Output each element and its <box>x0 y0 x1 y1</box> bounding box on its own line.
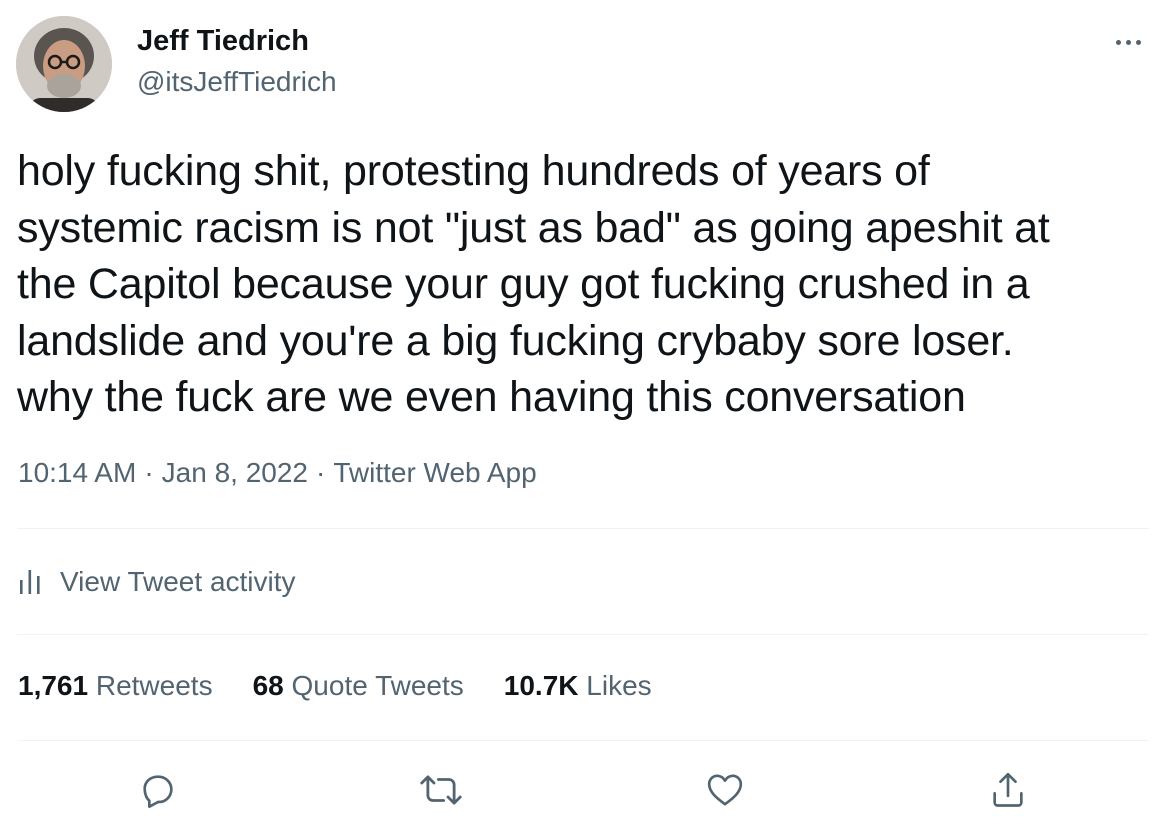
retweets-label: Retweets <box>95 670 213 701</box>
quote-tweets-stat[interactable]: 68 Quote Tweets <box>253 670 464 702</box>
share-button[interactable] <box>984 766 1032 814</box>
tweet-actions-bar <box>0 760 1172 820</box>
tweet-text-line: landslide and you're a big fucking cryba… <box>17 316 1014 365</box>
author-handle[interactable]: @itsJeffTiedrich <box>137 66 337 98</box>
tweet-text-line: why the fuck are we even having this con… <box>17 373 966 421</box>
reply-button[interactable] <box>134 766 182 814</box>
quote-tweets-label: Quote Tweets <box>291 670 464 701</box>
divider <box>17 634 1149 635</box>
tweet-text-line: holy fucking shit, protesting hundreds o… <box>17 147 930 195</box>
tweet-text-line: the Capitol because your guy got fucking… <box>17 260 1030 308</box>
tweet-stats: 1,761 Retweets 68 Quote Tweets 10.7K Lik… <box>18 670 692 702</box>
avatar[interactable] <box>16 16 112 112</box>
bar-chart-icon <box>20 570 40 594</box>
tweet-card: Jeff Tiedrich @itsJeffTiedrich holy fuck… <box>0 0 1172 824</box>
tweet-meta: 10:14 AM · Jan 8, 2022 · Twitter Web App <box>18 457 537 489</box>
reply-icon <box>143 775 173 808</box>
tweet-time[interactable]: 10:14 AM <box>18 457 136 488</box>
quote-tweets-count: 68 <box>252 670 284 701</box>
divider <box>17 528 1149 529</box>
retweets-stat[interactable]: 1,761 Retweets <box>18 670 213 702</box>
more-dot-icon <box>1125 39 1131 45</box>
more-options-button[interactable] <box>1108 22 1148 62</box>
retweets-count: 1,761 <box>18 670 89 701</box>
tweet-date[interactable]: Jan 8, 2022 <box>162 457 308 488</box>
tweet-source[interactable]: Twitter Web App <box>333 457 536 488</box>
tweet-text: holy fucking shit, protesting hundreds o… <box>17 143 1157 426</box>
likes-stat[interactable]: 10.7K Likes <box>504 670 652 702</box>
tweet-text-line: systemic racism is not "just as bad" as … <box>17 203 1050 252</box>
divider <box>17 740 1149 741</box>
author-display-name[interactable]: Jeff Tiedrich <box>137 25 309 58</box>
more-dot-icon <box>1115 39 1121 45</box>
meta-separator: · <box>315 457 326 488</box>
view-tweet-activity-label: View Tweet activity <box>60 566 296 597</box>
retweet-button[interactable] <box>417 766 465 814</box>
avatar-portrait-icon <box>16 16 112 112</box>
likes-label: Likes <box>586 670 652 701</box>
retweet-icon <box>420 775 462 805</box>
meta-separator: · <box>144 457 154 488</box>
view-tweet-activity-link[interactable]: View Tweet activity <box>18 560 296 604</box>
like-button[interactable] <box>701 766 749 814</box>
likes-count: 10.7K <box>503 670 579 701</box>
share-icon <box>993 772 1023 807</box>
heart-icon <box>707 774 743 806</box>
more-dot-icon <box>1135 39 1141 45</box>
